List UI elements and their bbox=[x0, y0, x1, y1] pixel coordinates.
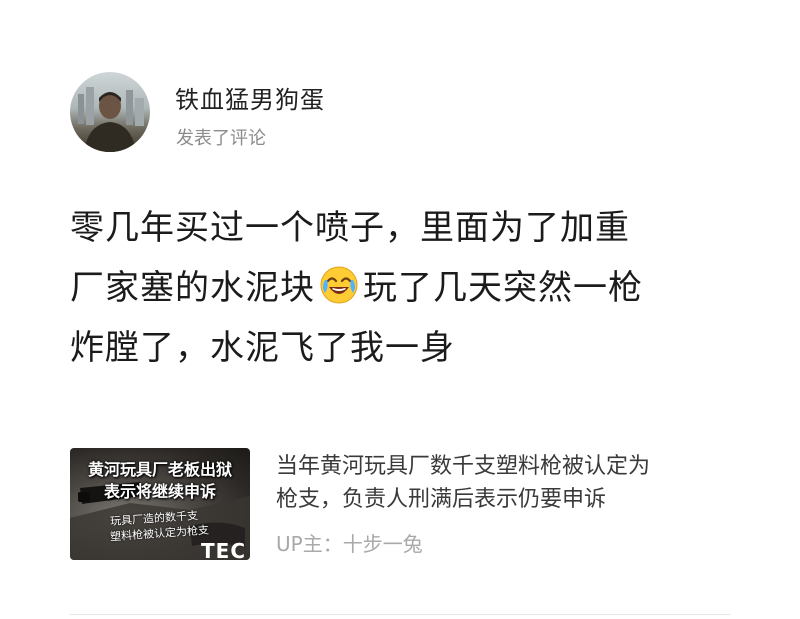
comment-header: 铁血猛男狗蛋 发表了评论 bbox=[70, 72, 730, 152]
video-title[interactable]: 当年黄河玩具厂数千支塑料枪被认定为 枪支，负责人刑满后表示仍要申诉 bbox=[276, 450, 731, 516]
channel-logo: TEC bbox=[201, 539, 246, 560]
video-title-line: 当年黄河玩具厂数千支塑料枪被认定为 bbox=[276, 454, 651, 479]
comment-text: 零几年买过一个喷子，里面为了加重 厂家塞的水泥块 玩了几天突然一枪 炸膛了，水泥… bbox=[70, 198, 735, 378]
comment-line: 零几年买过一个喷子，里面为了加重 bbox=[70, 198, 735, 258]
thumbnail-headline: 表示将继续申诉 bbox=[103, 482, 216, 501]
uploader-label[interactable]: UP主：十步一兔 bbox=[276, 528, 423, 557]
comment-line: 炸膛了，水泥飞了我一身 bbox=[70, 318, 735, 378]
comment-text-segment: 炸膛了，水泥飞了我一身 bbox=[70, 328, 455, 368]
video-title-line: 枪支，负责人刑满后表示仍要申诉 bbox=[276, 487, 607, 512]
comment-line: 厂家塞的水泥块 玩了几天突然一枪 bbox=[70, 258, 735, 318]
action-label: 发表了评论 bbox=[176, 128, 266, 149]
laugh-cry-emoji-icon bbox=[319, 264, 359, 304]
video-thumbnail[interactable]: 黄河玩具厂老板出狱 表示将继续申诉 玩具厂造的数千支 塑料枪被认定为枪支 TEC bbox=[70, 448, 250, 560]
avatar[interactable] bbox=[70, 72, 150, 152]
username[interactable]: 铁血猛男狗蛋 bbox=[175, 80, 325, 115]
video-card[interactable]: 黄河玩具厂老板出狱 表示将继续申诉 玩具厂造的数千支 塑料枪被认定为枪支 TEC… bbox=[70, 448, 735, 563]
thumbnail-headline: 黄河玩具厂老板出狱 bbox=[87, 460, 232, 479]
comment-text-segment: 零几年买过一个喷子，里面为了加重 bbox=[70, 208, 630, 248]
comment-text-segment: 厂家塞的水泥块 bbox=[70, 268, 315, 308]
comment-text-segment: 玩了几天突然一枪 bbox=[363, 268, 643, 308]
divider bbox=[70, 614, 730, 615]
